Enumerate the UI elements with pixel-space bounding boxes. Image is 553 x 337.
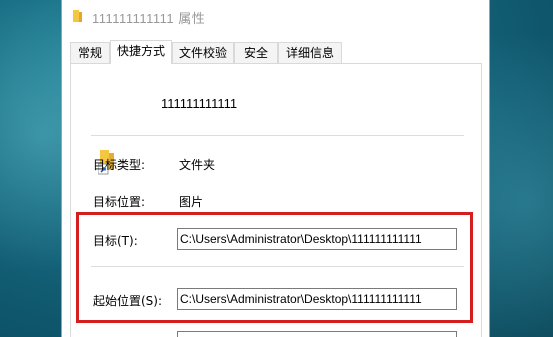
start-in-label: 起始位置(S): bbox=[93, 294, 163, 308]
tab-label: 常规 bbox=[77, 46, 102, 60]
shortcut-key-input[interactable] bbox=[177, 331, 457, 337]
target-input-value: C:\Users\Administrator\Desktop\111111111… bbox=[180, 232, 422, 246]
window-title: 111111111111 属性 bbox=[92, 11, 206, 26]
shortcut-name: 111111111111 bbox=[161, 96, 238, 111]
target-label: 目标(T): bbox=[93, 234, 138, 248]
properties-window: 111111111111 属性 常规 快捷方式 文件校验 安全 详细信息 111… bbox=[62, 0, 489, 337]
start-in-input-value: C:\Users\Administrator\Desktop\111111111… bbox=[180, 292, 422, 306]
tab-label: 详细信息 bbox=[285, 46, 334, 60]
target-type-label: 目标类型: bbox=[93, 158, 146, 172]
shortcut-panel: 111111111111 目标类型: 文件夹 目标位置: 图片 目标(T): C… bbox=[70, 63, 482, 337]
separator bbox=[91, 266, 464, 267]
tab-label: 快捷方式 bbox=[116, 44, 165, 58]
title-bar[interactable]: 111111111111 属性 bbox=[62, 0, 489, 34]
tab-security[interactable]: 安全 bbox=[234, 42, 278, 63]
tab-file-hash[interactable]: 文件校验 bbox=[172, 42, 234, 63]
tab-shortcut[interactable]: 快捷方式 bbox=[110, 40, 172, 64]
target-location-label: 目标位置: bbox=[93, 195, 146, 209]
start-in-input[interactable]: C:\Users\Administrator\Desktop\111111111… bbox=[177, 288, 457, 310]
tab-label: 文件校验 bbox=[178, 46, 227, 60]
separator bbox=[91, 135, 464, 136]
target-input[interactable]: C:\Users\Administrator\Desktop\111111111… bbox=[177, 228, 457, 250]
target-location-value: 图片 bbox=[179, 195, 204, 209]
folder-icon bbox=[73, 10, 82, 22]
tab-details[interactable]: 详细信息 bbox=[278, 42, 342, 63]
tab-general[interactable]: 常规 bbox=[70, 42, 110, 63]
tab-label: 安全 bbox=[243, 46, 268, 60]
target-type-value: 文件夹 bbox=[179, 158, 216, 172]
